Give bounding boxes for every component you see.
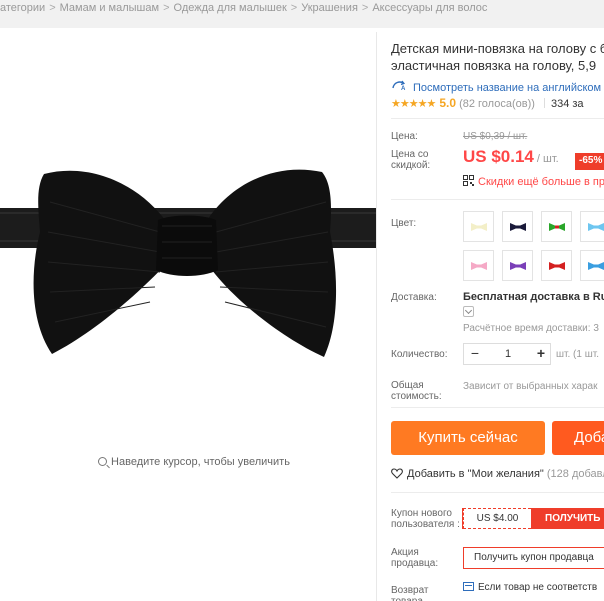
color-swatch[interactable] bbox=[463, 211, 494, 242]
shipping-method[interactable]: Бесплатная доставка в Rus bbox=[463, 291, 604, 303]
product-title-line: Детская мини-повязка на голову с б bbox=[391, 41, 604, 56]
translate-link[interactable]: A Посмотреть название на английском bbox=[391, 80, 601, 94]
product-title-line: эластичная повязка на голову, 5,9 bbox=[391, 58, 597, 73]
translate-link-text[interactable]: Посмотреть название на английском bbox=[413, 82, 601, 94]
app-discount-link[interactable]: Скидки ещё больше в пр bbox=[463, 175, 604, 188]
orders-count: 334 за bbox=[550, 98, 584, 110]
color-swatch[interactable] bbox=[502, 211, 533, 242]
bow-icon bbox=[549, 262, 565, 270]
discount-badge: -65% bbox=[575, 153, 604, 170]
product-gallery[interactable]: Наведите курсор, чтобы увеличить bbox=[0, 32, 376, 601]
discount-price-label: Цена со скидкой: bbox=[391, 149, 431, 171]
shipping-label: Доставка: bbox=[391, 292, 437, 303]
wishlist-count: (128 добавле bbox=[546, 468, 604, 480]
bow-icon bbox=[549, 223, 565, 231]
color-label: Цвет: bbox=[391, 218, 417, 229]
product-image[interactable] bbox=[0, 162, 376, 372]
old-price: US $0,39 / шт. bbox=[463, 131, 528, 142]
buy-now-button[interactable]: Купить сейчас bbox=[391, 421, 545, 455]
bow-icon bbox=[510, 223, 526, 231]
qr-code-icon bbox=[463, 175, 474, 186]
total-label: Общая стоимость: bbox=[391, 380, 442, 402]
section-divider bbox=[391, 199, 604, 200]
return-policy[interactable]: Если товар не соответств bbox=[463, 582, 597, 593]
return-policy-text[interactable]: Если товар не соответств bbox=[478, 582, 597, 593]
breadcrumb-separator: > bbox=[163, 2, 170, 14]
breadcrumb-item[interactable]: Украшения bbox=[301, 2, 358, 14]
magnifier-icon bbox=[98, 457, 108, 466]
zoom-hint-text: Наведите курсор, чтобы увеличить bbox=[111, 456, 290, 468]
new-user-coupon-label: Купон нового пользователя : bbox=[391, 508, 460, 530]
bow-icon bbox=[588, 262, 604, 270]
price-unit: / шт. bbox=[536, 153, 559, 165]
rating-row: ★★★★★ 5.0 (82 голоса(ов)) 334 за bbox=[391, 96, 584, 110]
current-price-value: US $0.14 bbox=[463, 147, 534, 166]
rating-value: 5.0 bbox=[439, 96, 456, 110]
add-to-wishlist-link[interactable]: Добавить в "Мои желания" (128 добавле bbox=[391, 468, 604, 480]
breadcrumb-item[interactable]: атегории bbox=[0, 2, 45, 14]
color-swatch[interactable] bbox=[541, 250, 572, 281]
delivery-time: Расчётное время доставки: 3 bbox=[463, 323, 599, 334]
price-label: Цена: bbox=[391, 131, 418, 142]
breadcrumb-item[interactable]: Одежда для малышек bbox=[174, 2, 287, 14]
product-info: Детская мини-повязка на голову с б эласт… bbox=[377, 32, 604, 601]
return-icon bbox=[463, 582, 474, 591]
quantity-stepper: − 1 + bbox=[463, 343, 551, 365]
section-divider bbox=[391, 407, 604, 408]
app-discount-text[interactable]: Скидки ещё больше в пр bbox=[478, 176, 604, 188]
product-title: Детская мини-повязка на голову с б эласт… bbox=[391, 40, 604, 74]
color-swatch[interactable] bbox=[463, 250, 494, 281]
rating-stars-icon[interactable]: ★★★★★ bbox=[391, 98, 436, 110]
breadcrumb-item[interactable]: Мамам и малышам bbox=[60, 2, 159, 14]
header-divider bbox=[0, 24, 604, 32]
breadcrumb-separator: > bbox=[290, 2, 298, 14]
add-to-cart-button[interactable]: Доба bbox=[552, 421, 604, 455]
svg-text:A: A bbox=[401, 86, 406, 91]
get-coupon-button[interactable]: ПОЛУЧИТЬ bbox=[531, 508, 604, 529]
chevron-down-icon[interactable] bbox=[463, 306, 474, 317]
color-swatch[interactable] bbox=[580, 211, 604, 242]
wishlist-text[interactable]: Добавить в "Мои желания" bbox=[407, 468, 544, 480]
quantity-input[interactable]: 1 bbox=[486, 344, 530, 364]
heart-plus-icon bbox=[391, 468, 403, 479]
section-divider bbox=[391, 118, 604, 119]
breadcrumb-item[interactable]: Аксессуары для волос bbox=[372, 2, 487, 14]
breadcrumb-separator: > bbox=[49, 2, 56, 14]
breadcrumb: атегории > Мамам и малышам > Одежда для малы… bbox=[0, 0, 604, 24]
rating-separator bbox=[543, 98, 545, 108]
color-swatch[interactable] bbox=[541, 211, 572, 242]
seller-promo-label: Акция продавца: bbox=[391, 547, 439, 569]
quantity-decrease-button[interactable]: − bbox=[464, 344, 486, 364]
bow-icon bbox=[471, 223, 487, 231]
bow-icon bbox=[510, 262, 526, 270]
bow-icon bbox=[588, 223, 604, 231]
color-swatch[interactable] bbox=[502, 250, 533, 281]
quantity-label: Количество: bbox=[391, 349, 448, 360]
coupon-amount: US $4.00 bbox=[463, 508, 531, 529]
quantity-increase-button[interactable]: + bbox=[530, 344, 552, 364]
votes-link[interactable]: (82 голоса(ов)) bbox=[459, 98, 535, 110]
zoom-hint: Наведите курсор, чтобы увеличить bbox=[0, 456, 376, 468]
current-price: US $0.14/ шт. bbox=[463, 147, 559, 167]
bow-icon bbox=[471, 262, 487, 270]
quantity-note: шт. (1 шт. bbox=[556, 349, 599, 360]
section-divider bbox=[391, 492, 604, 493]
color-swatch[interactable] bbox=[580, 250, 604, 281]
translate-icon: A bbox=[392, 80, 406, 91]
return-label: Возврат товара bbox=[391, 585, 429, 601]
total-value: Зависит от выбранных харак bbox=[463, 381, 598, 392]
seller-coupon-button[interactable]: Получить купон продавца bbox=[463, 547, 604, 569]
breadcrumb-separator: > bbox=[361, 2, 369, 14]
